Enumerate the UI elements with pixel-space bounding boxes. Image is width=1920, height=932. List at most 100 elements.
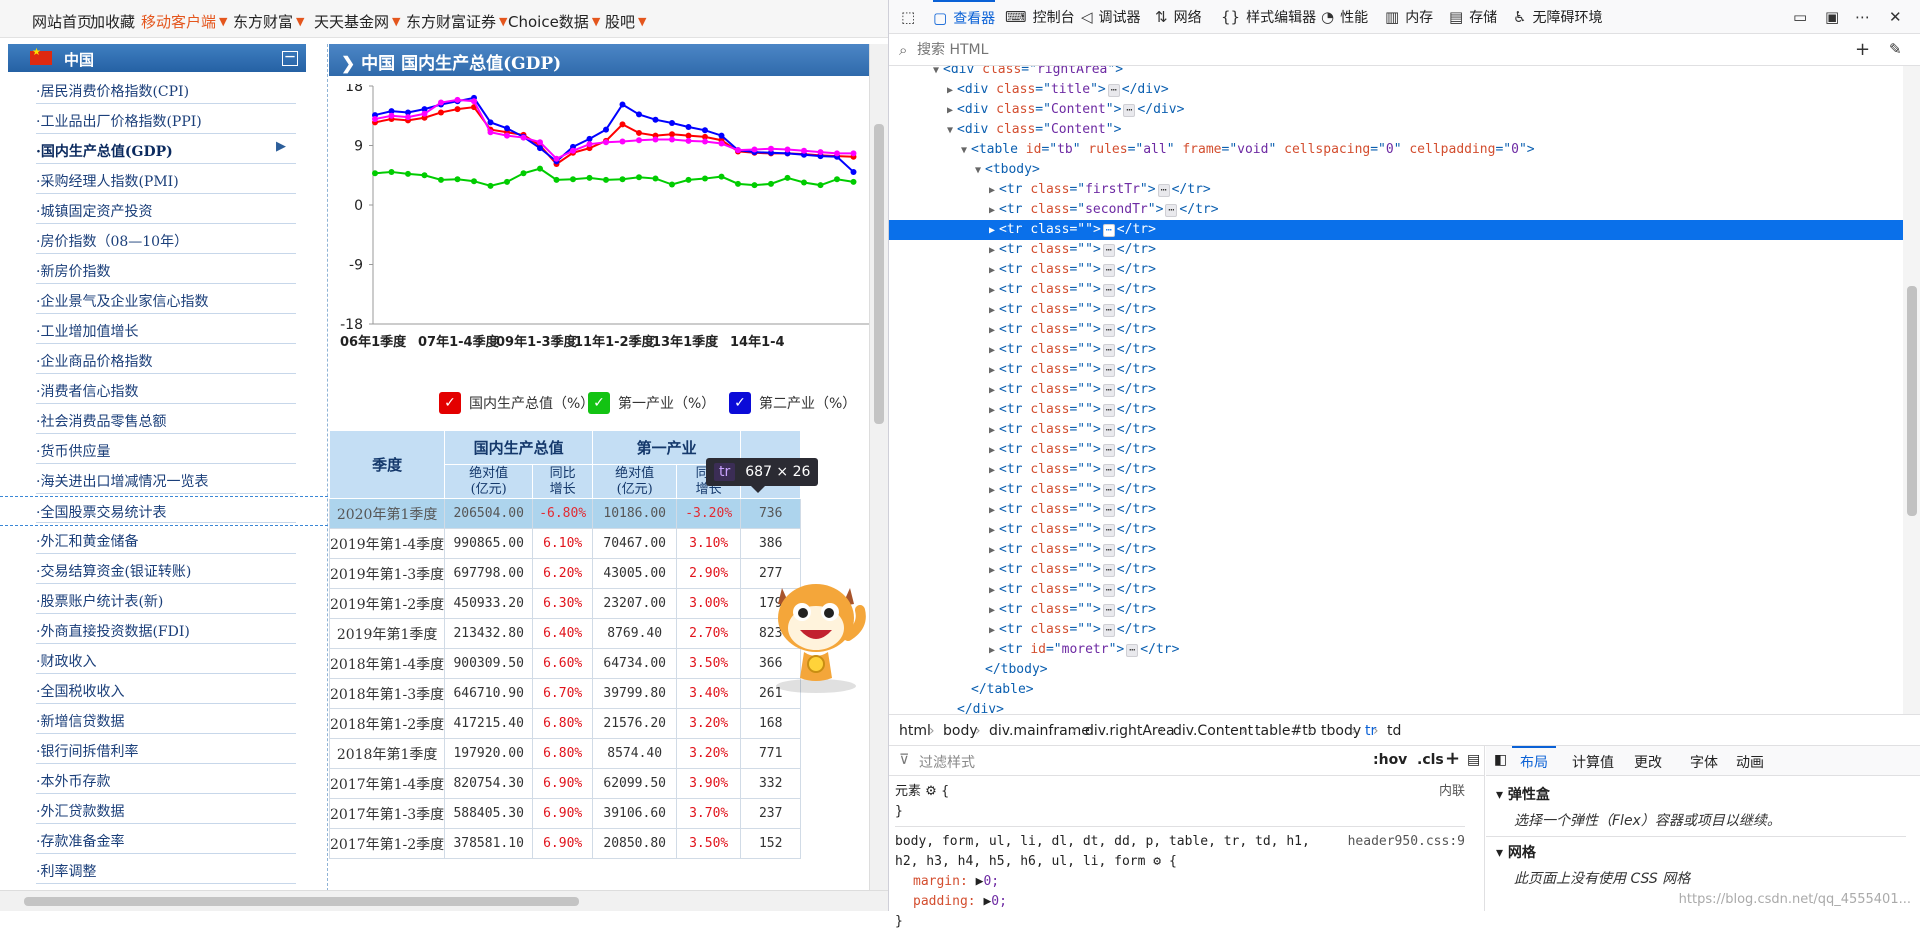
expand-content-button[interactable]: ⋯ [1102, 484, 1115, 497]
val-margin[interactable]: 0; [983, 874, 999, 889]
checkbox-icon[interactable]: ✓ [439, 392, 461, 414]
nav-home[interactable]: 网站首页 [32, 11, 92, 32]
sidebar-item[interactable]: ·社会消费品零售总额 [0, 406, 328, 436]
collapsed-arrow-icon[interactable]: ▶ [985, 261, 999, 281]
collapsed-arrow-icon[interactable]: ▶ [985, 501, 999, 521]
expand-content-button[interactable]: ⋯ [1102, 444, 1115, 457]
expand-content-button[interactable]: ⋯ [1102, 244, 1115, 257]
markup-node[interactable]: ▶ <tr class=""> ⋯ </tr> [889, 540, 1903, 560]
prop-margin[interactable]: margin: [913, 874, 968, 889]
markup-node[interactable]: ▼ <div class="rightArea"> [889, 66, 1903, 80]
collapsed-arrow-icon[interactable]: ▶ [985, 301, 999, 321]
devtools-tab[interactable]: ▢ 查看器 [933, 0, 996, 34]
cls-toggle[interactable]: .cls [1417, 752, 1444, 768]
markup-node[interactable]: ▶ <tr class=""> ⋯ </tr> [889, 300, 1903, 320]
scroll-thumb[interactable] [1907, 286, 1917, 516]
nav-guba[interactable]: 股吧 ▼ [605, 11, 646, 32]
markup-node[interactable]: ▶ <tr class=""> ⋯ </tr> [889, 620, 1903, 640]
expand-content-button[interactable]: ⋯ [1102, 624, 1115, 637]
collapsed-arrow-icon[interactable]: ▶ [985, 341, 999, 361]
sidebar-item[interactable]: ·新房价指数 [0, 256, 328, 286]
sidebar-item[interactable]: ·企业景气及企业家信心指数 [0, 286, 328, 316]
markup-node[interactable]: ▶ <tr class=""> ⋯ </tr> [889, 260, 1903, 280]
search-html-input[interactable] [917, 40, 1617, 60]
checkbox-icon[interactable]: ✓ [588, 392, 610, 414]
expanded-arrow-icon[interactable]: ▼ [957, 141, 971, 161]
collapsed-arrow-icon[interactable]: ▶ [985, 621, 999, 641]
markup-node[interactable]: ▶ <tr class=""> ⋯ </tr> [889, 360, 1903, 380]
devtools-tab[interactable]: ◔ 性能 [1321, 0, 1368, 34]
markup-node[interactable]: ▶ <tr class=""> ⋯ </tr> [889, 280, 1903, 300]
hov-toggle[interactable]: :hov [1373, 752, 1407, 768]
collapsed-arrow-icon[interactable]: ▶ [985, 521, 999, 541]
expand-content-button[interactable]: ⋯ [1102, 284, 1115, 297]
markup-node[interactable]: ▶ <tr class=""> ⋯ </tr> [889, 320, 1903, 340]
collapsed-arrow-icon[interactable]: ▶ [985, 541, 999, 561]
markup-node[interactable]: ▶ <tr class=""> ⋯ </tr> [889, 500, 1903, 520]
grid-section[interactable]: ▾ 网格 [1496, 842, 1536, 862]
collapsed-arrow-icon[interactable]: ▶ [985, 321, 999, 341]
markup-node[interactable]: ▶ <tr class=""> ⋯ </tr> [889, 380, 1903, 400]
nav-choice[interactable]: Choice数据 ▼ [508, 11, 600, 32]
scroll-thumb[interactable] [874, 124, 884, 424]
expand-content-button[interactable]: ⋯ [1107, 84, 1120, 97]
devtools-tab[interactable]: ⇅ 网络 [1155, 0, 1202, 34]
devtools-tab[interactable]: {} 样式编辑器 [1221, 0, 1316, 34]
sidebar-item[interactable]: ·利率调整 [0, 856, 328, 886]
expand-content-button[interactable]: ⋯ [1102, 564, 1115, 577]
expand-content-button[interactable]: ⋯ [1126, 644, 1139, 657]
sidebar-item[interactable]: ·消费者信心指数 [0, 376, 328, 406]
sidebar-item[interactable]: ·采购经理人指数(PMI) [0, 166, 328, 196]
sidebar-item[interactable]: ·货币供应量 [0, 436, 328, 466]
markup-node[interactable]: ▶ <tr class="secondTr"> ⋯ </tr> [889, 200, 1903, 220]
expand-content-button[interactable]: ⋯ [1102, 504, 1115, 517]
collapsed-arrow-icon[interactable]: ▶ [985, 401, 999, 421]
sidebar-item[interactable]: ·居民消费价格指数(CPI) [0, 76, 328, 106]
devtools-tab[interactable]: ♿ 无障碍环境 [1513, 0, 1602, 34]
dock-button[interactable]: ▣ [1825, 0, 1839, 34]
sidebar-item[interactable]: ·股票账户统计表(新) [0, 586, 328, 616]
markup-node[interactable]: ▶ <tr class=""> ⋯ </tr> [889, 340, 1903, 360]
mascot-icon[interactable] [760, 566, 872, 696]
page-vertical-scrollbar[interactable] [869, 44, 888, 890]
sidebar-item[interactable]: ·海关进出口增减情况一览表 [0, 466, 328, 496]
checkbox-icon[interactable]: ✓ [729, 392, 751, 414]
gear-icon[interactable]: ⚙ [925, 784, 941, 799]
nav-bookmark[interactable]: 加收藏 [90, 11, 135, 32]
sidebar-item[interactable]: ·财政收入 [0, 646, 328, 676]
collapsed-arrow-icon[interactable]: ▶ [985, 221, 999, 241]
markup-node[interactable]: ▶ <div class="Content"> ⋯ </div> [889, 100, 1903, 120]
markup-node[interactable]: ▶ <tr class=""> ⋯ </tr> [889, 600, 1903, 620]
markup-node[interactable]: ▶ <tr class=""> ⋯ </tr> [889, 420, 1903, 440]
expand-content-button[interactable]: ⋯ [1102, 584, 1115, 597]
expanded-arrow-icon[interactable]: ▼ [929, 66, 943, 81]
markup-node[interactable]: ▶ <tr class="firstTr"> ⋯ </tr> [889, 180, 1903, 200]
sidebar-item[interactable]: ·企业商品价格指数 [0, 346, 328, 376]
sidebar-item[interactable]: ·外汇和黄金储备 [0, 526, 328, 556]
collapsed-arrow-icon[interactable]: ▶ [985, 421, 999, 441]
markup-node[interactable]: ▶ <div class="title"> ⋯ </div> [889, 80, 1903, 100]
expand-content-button[interactable]: ⋯ [1102, 384, 1115, 397]
collapsed-arrow-icon[interactable]: ▶ [985, 641, 999, 661]
expand-content-button[interactable]: ⋯ [1102, 424, 1115, 437]
collapsed-arrow-icon[interactable]: ▶ [985, 461, 999, 481]
collapse-button[interactable]: － [282, 51, 298, 66]
markup-node[interactable]: ▼ <table id="tb" rules="all" frame="void"… [889, 140, 1903, 160]
layout-tab[interactable]: 更改 [1634, 752, 1662, 772]
flexbox-section[interactable]: ▾ 弹性盒 [1496, 784, 1550, 804]
expanded-arrow-icon[interactable]: ▼ [943, 121, 957, 141]
element-picker-button[interactable]: ⬚ [901, 0, 915, 34]
sidebar-item[interactable]: ·工业品出厂价格指数(PPI) [0, 106, 328, 136]
collapsed-arrow-icon[interactable]: ▶ [985, 561, 999, 581]
devtools-tab[interactable]: ◁ 调试器 [1081, 0, 1141, 34]
sidebar-item[interactable]: ·城镇固定资产投资 [0, 196, 328, 226]
sidebar-item[interactable]: ·存款准备金率 [0, 826, 328, 856]
add-rule-button[interactable]: + [1445, 748, 1460, 769]
expand-content-button[interactable]: ⋯ [1102, 524, 1115, 537]
sidebar-item[interactable]: ·工业增加值增长 [0, 316, 328, 346]
markup-node[interactable]: ▶ <tr class=""> ⋯ </tr> [889, 220, 1903, 240]
markup-node[interactable]: </tbody> [889, 660, 1903, 680]
nav-securities[interactable]: 东方财富证券 ▼ [406, 11, 507, 32]
legend-item[interactable]: ✓ 第一产业（%） [588, 392, 715, 414]
collapsed-arrow-icon[interactable]: ▶ [985, 281, 999, 301]
